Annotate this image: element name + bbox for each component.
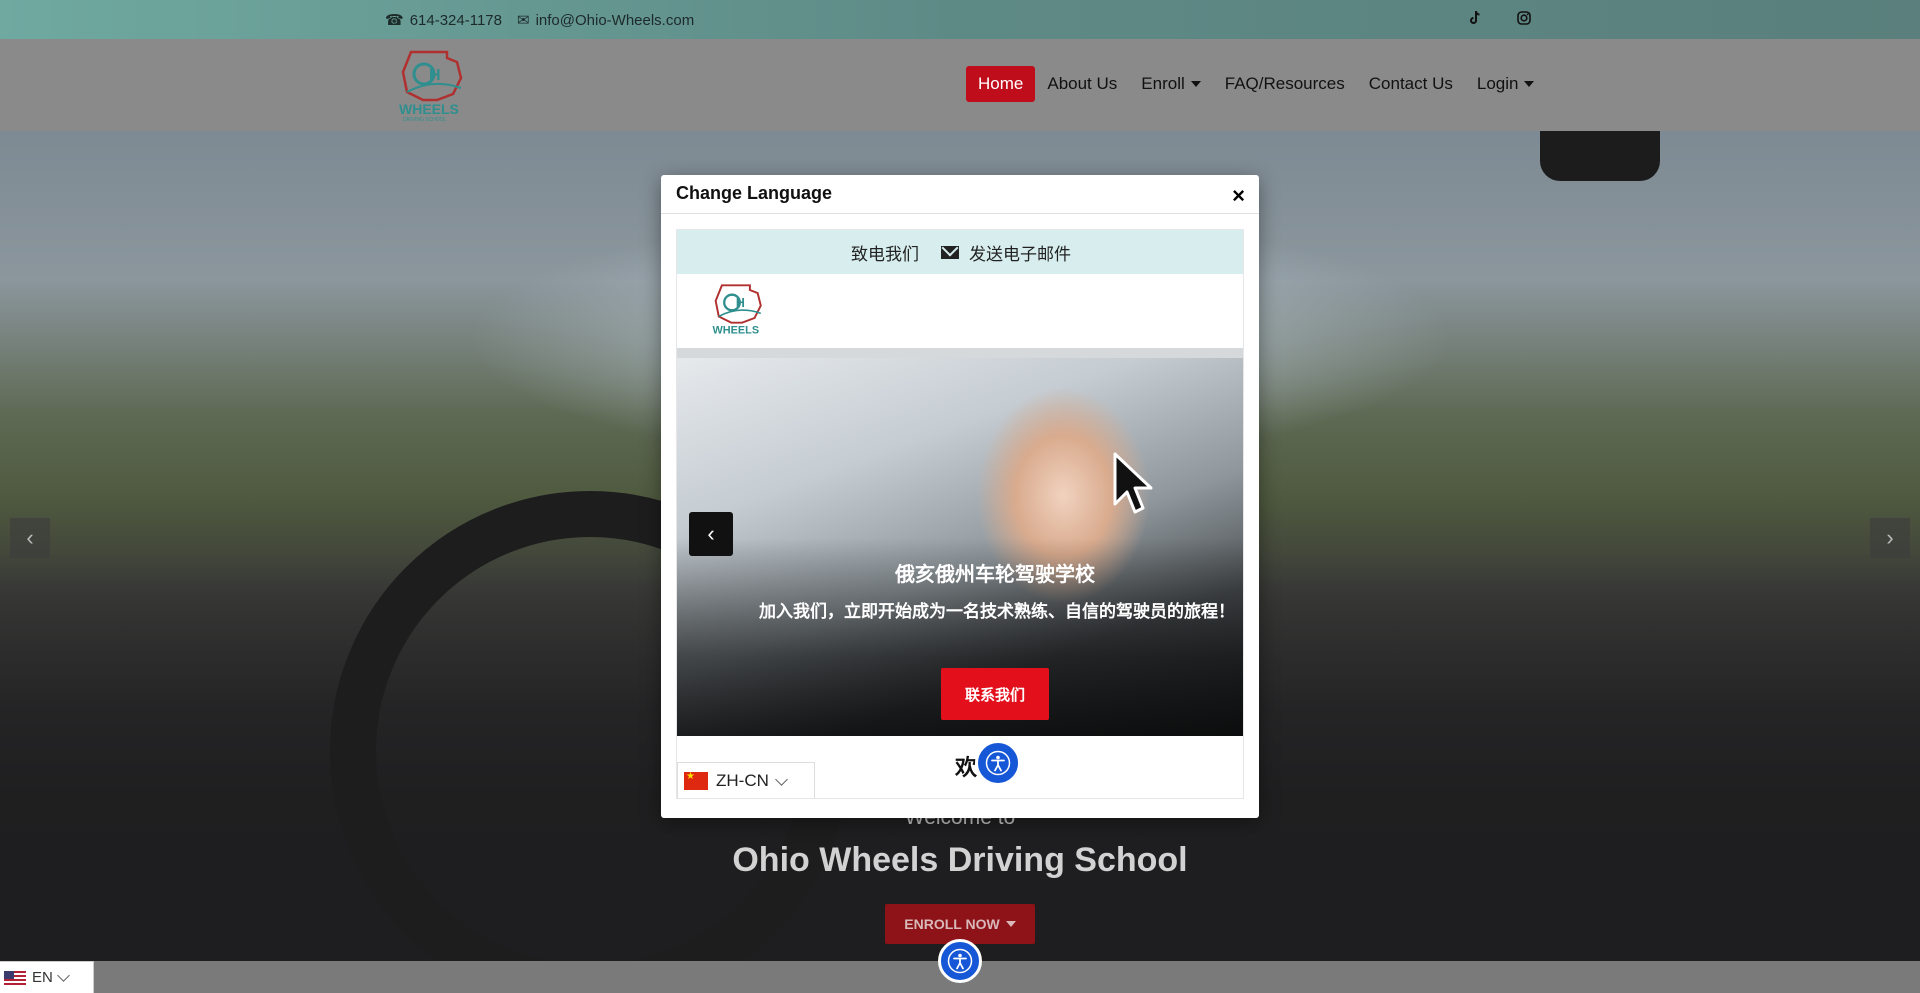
china-flag-icon (684, 771, 708, 790)
nav-contact-us[interactable]: Contact Us (1357, 66, 1465, 102)
modal-divider (661, 213, 1259, 214)
slider-prev-button[interactable]: ‹ (10, 518, 50, 558)
svg-text:WHEELS: WHEELS (399, 101, 459, 117)
caret-down-icon (1190, 81, 1201, 87)
change-language-modal: Change Language × 致电我们 发送电子邮件 H WHEELS ‹ (661, 175, 1259, 818)
nav-enroll[interactable]: Enroll (1129, 66, 1212, 102)
rearview-mirror-image (1540, 131, 1660, 181)
preview-logo: H WHEELS (711, 282, 767, 345)
slider-next-button[interactable]: › (1870, 518, 1910, 558)
mouse-pointer-icon (1113, 452, 1161, 527)
svg-text:H: H (429, 67, 441, 84)
modal-close-button[interactable]: × (1232, 185, 1245, 207)
preview-welcome-text: 欢 (955, 755, 978, 780)
preview-accessibility-icon (975, 740, 1021, 786)
current-language: EN (32, 969, 53, 986)
email-address: info@Ohio-Wheels.com (535, 11, 695, 29)
nav-login[interactable]: Login (1465, 66, 1547, 102)
svg-text:WHEELS: WHEELS (713, 325, 760, 337)
language-switcher[interactable]: EN (0, 961, 94, 993)
nav-home[interactable]: Home (966, 66, 1036, 102)
chevron-right-icon: › (1886, 525, 1894, 550)
modal-title: Change Language (676, 183, 833, 203)
enroll-now-button[interactable]: ENROLL NOW (885, 904, 1035, 944)
site-logo[interactable]: H WHEELS DRIVING SCHOOL (397, 48, 469, 123)
preview-hero-subtitle: 加入我们，立即开始成为一名技术熟练、自信的驾驶员的旅程！ (759, 602, 1235, 621)
preview-hero-title: 俄亥俄州车轮驾驶学校 (895, 564, 1095, 586)
preview-call-text: 致电我们 (851, 244, 919, 264)
envelope-icon: ✉ (517, 12, 530, 29)
caret-down-icon (1005, 921, 1016, 927)
nav-about-us[interactable]: About Us (1035, 66, 1129, 102)
phone-icon: ☎ (385, 12, 404, 29)
preview-contact-button: 联系我们 (941, 668, 1049, 720)
phone-number: 614-324-1178 (409, 11, 502, 29)
chevron-down-icon (56, 969, 70, 982)
site-header (0, 39, 1920, 131)
chevron-left-icon: ‹ (26, 525, 34, 550)
preview-language-switcher: ZH-CN (677, 762, 815, 798)
preview-top-bar: 致电我们 发送电子邮件 (677, 230, 1243, 274)
email-link[interactable]: ✉ info@Ohio-Wheels.com (517, 11, 695, 30)
hero-title: Ohio Wheels Driving School (732, 841, 1188, 879)
svg-text:H: H (736, 296, 745, 310)
envelope-icon (941, 245, 959, 259)
accessibility-button[interactable] (938, 939, 982, 983)
accessibility-icon (947, 948, 973, 974)
tiktok-icon[interactable] (1467, 10, 1483, 30)
top-contact-bar: ☎ 614-324-1178 ✉ info@Ohio-Wheels.com (0, 0, 1920, 39)
chevron-down-icon (775, 772, 788, 786)
phone-link[interactable]: ☎ 614-324-1178 (385, 11, 502, 30)
svg-text:DRIVING SCHOOL: DRIVING SCHOOL (403, 117, 447, 122)
instagram-icon[interactable] (1516, 10, 1532, 30)
nav-faq-resources[interactable]: FAQ/Resources (1213, 66, 1357, 102)
preview-hero-photo: ‹ 俄亥俄州车轮驾驶学校 加入我们，立即开始成为一名技术熟练、自信的驾驶员的旅程… (677, 348, 1243, 736)
caret-down-icon (1524, 81, 1535, 87)
preview-email-text: 发送电子邮件 (969, 244, 1071, 264)
preview-prev-button: ‹ (689, 512, 733, 556)
chevron-left-icon: ‹ (707, 521, 715, 546)
us-flag-icon (4, 970, 26, 985)
main-nav: Home About Us Enroll FAQ/Resources Conta… (966, 66, 1546, 102)
